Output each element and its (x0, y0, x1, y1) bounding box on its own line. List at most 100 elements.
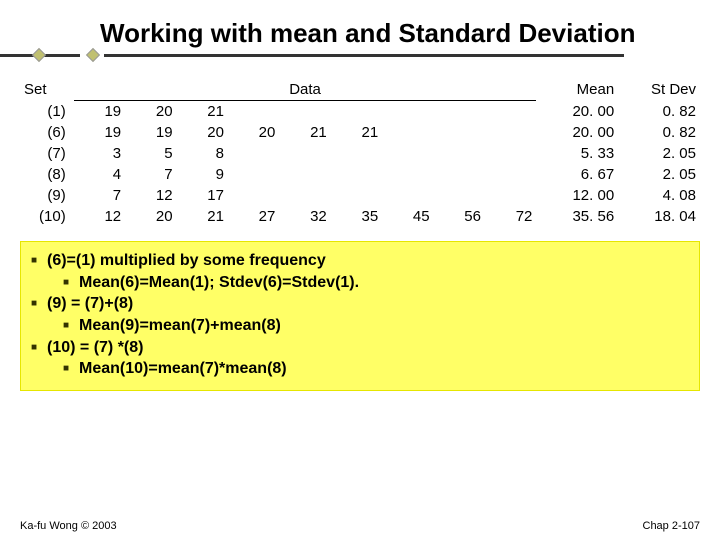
data-cell (331, 101, 382, 123)
data-cell (485, 164, 536, 185)
note-subitem: Mean(9)=mean(7)+mean(8) (31, 315, 689, 337)
data-cell (382, 122, 433, 143)
data-cell (485, 185, 536, 206)
data-cell (279, 143, 330, 164)
set-cell: (8) (20, 164, 74, 185)
stdev-cell: 0. 82 (618, 101, 700, 123)
data-cell (228, 164, 279, 185)
data-cell: 45 (382, 206, 433, 227)
data-cell: 17 (177, 185, 228, 206)
data-cell (485, 101, 536, 123)
note-text: (9) = (7)+(8) (47, 295, 133, 312)
mean-cell: 5. 33 (536, 143, 618, 164)
data-cell (331, 164, 382, 185)
data-table-area: Set Data Mean St Dev (1)19202120. 000. 8… (20, 79, 700, 227)
data-cell: 19 (74, 122, 125, 143)
note-item: (10) = (7) *(8) (31, 337, 689, 359)
data-cell: 20 (177, 122, 228, 143)
data-cell (434, 185, 485, 206)
data-cell (331, 143, 382, 164)
data-cell: 27 (228, 206, 279, 227)
note-subitem: Mean(10)=mean(7)*mean(8) (31, 358, 689, 380)
note-subtext: Mean(9)=mean(7)+mean(8) (79, 317, 281, 334)
data-cell (434, 164, 485, 185)
data-cell: 20 (228, 122, 279, 143)
set-cell: (1) (20, 101, 74, 123)
col-mean: Mean (536, 79, 618, 101)
col-data: Data (74, 79, 537, 101)
data-cell: 3 (74, 143, 125, 164)
table-row: (8)479 6. 672. 05 (20, 164, 700, 185)
stdev-cell: 4. 08 (618, 185, 700, 206)
data-cell: 8 (177, 143, 228, 164)
table-row: (1)192021 20. 000. 82 (20, 101, 700, 123)
mean-cell: 35. 56 (536, 206, 618, 227)
stdev-cell: 18. 04 (618, 206, 700, 227)
data-cell: 19 (125, 122, 176, 143)
data-cell: 12 (125, 185, 176, 206)
footer-left: Ka-fu Wong © 2003 (20, 520, 117, 532)
data-cell: 19 (74, 101, 125, 123)
data-cell: 5 (125, 143, 176, 164)
col-stdev: St Dev (618, 79, 700, 101)
data-cell (228, 185, 279, 206)
data-cell: 35 (331, 206, 382, 227)
note-text: (10) = (7) *(8) (47, 339, 143, 356)
data-cell: 7 (125, 164, 176, 185)
data-cell: 12 (74, 206, 125, 227)
title-block: Working with mean and Standard Deviation (0, 0, 720, 55)
mean-cell: 6. 67 (536, 164, 618, 185)
col-set: Set (20, 79, 74, 101)
data-cell (485, 122, 536, 143)
data-cell: 7 (74, 185, 125, 206)
data-cell: 9 (177, 164, 228, 185)
note-text: (6)=(1) multiplied by some frequency (47, 252, 326, 269)
data-cell: 4 (74, 164, 125, 185)
data-cell (485, 143, 536, 164)
data-cell: 72 (485, 206, 536, 227)
data-cell (279, 164, 330, 185)
mean-cell: 20. 00 (536, 122, 618, 143)
data-cell (382, 143, 433, 164)
stdev-cell: 2. 05 (618, 164, 700, 185)
data-cell: 21 (279, 122, 330, 143)
table-row: (9)71217 12. 004. 08 (20, 185, 700, 206)
note-subitem: Mean(6)=Mean(1); Stdev(6)=Stdev(1). (31, 272, 689, 294)
mean-cell: 20. 00 (536, 101, 618, 123)
data-cell (382, 164, 433, 185)
data-cell (434, 143, 485, 164)
set-cell: (7) (20, 143, 74, 164)
data-cell (228, 143, 279, 164)
note-item: (9) = (7)+(8) (31, 293, 689, 315)
data-cell (331, 185, 382, 206)
set-cell: (10) (20, 206, 74, 227)
data-cell: 20 (125, 101, 176, 123)
data-cell (434, 101, 485, 123)
note-item: (6)=(1) multiplied by some frequency (31, 250, 689, 272)
data-cell: 56 (434, 206, 485, 227)
footer: Ka-fu Wong © 2003 Chap 2-107 (20, 520, 700, 532)
set-cell: (6) (20, 122, 74, 143)
set-cell: (9) (20, 185, 74, 206)
footer-right: Chap 2-107 (643, 520, 701, 532)
stdev-cell: 2. 05 (618, 143, 700, 164)
data-cell (434, 122, 485, 143)
table-row: (6)19192020212120. 000. 82 (20, 122, 700, 143)
data-cell (382, 185, 433, 206)
data-cell (382, 101, 433, 123)
data-cell (279, 185, 330, 206)
stdev-cell: 0. 82 (618, 122, 700, 143)
data-cell (279, 101, 330, 123)
data-cell (228, 101, 279, 123)
data-cell: 32 (279, 206, 330, 227)
data-cell: 21 (177, 101, 228, 123)
data-cell: 21 (177, 206, 228, 227)
note-subtext: Mean(10)=mean(7)*mean(8) (79, 360, 287, 377)
mean-cell: 12. 00 (536, 185, 618, 206)
table-row: (7)358 5. 332. 05 (20, 143, 700, 164)
table-row: (10)12202127323545567235. 5618. 04 (20, 206, 700, 227)
data-cell: 20 (125, 206, 176, 227)
data-cell: 21 (331, 122, 382, 143)
notes-box: (6)=(1) multiplied by some frequency Mean… (20, 241, 700, 391)
note-subtext: Mean(6)=Mean(1); Stdev(6)=Stdev(1). (79, 274, 359, 291)
